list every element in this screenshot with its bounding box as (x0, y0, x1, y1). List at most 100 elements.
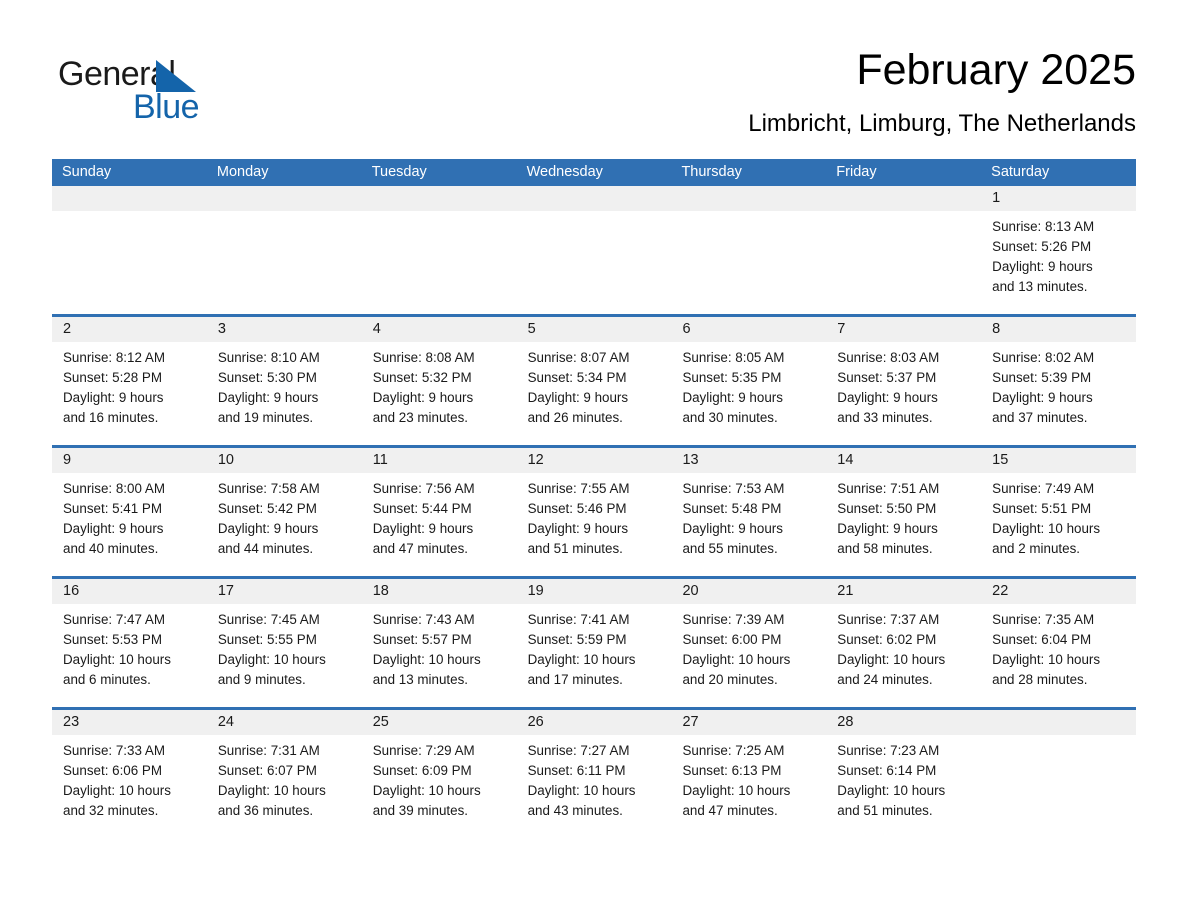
day-cell[interactable]: 14 Sunrise: 7:51 AM Sunset: 5:50 PM Dayligh… (826, 448, 982, 576)
sunrise-text: Sunrise: 7:37 AM (837, 612, 940, 627)
sunset-text: Sunset: 6:13 PM (682, 763, 782, 778)
day-cell[interactable] (826, 186, 982, 314)
daylight-text-line1: Daylight: 9 hours (837, 521, 938, 536)
day-cell[interactable]: 19 Sunrise: 7:41 AM Sunset: 5:59 PM Dayligh… (516, 579, 672, 707)
daylight-text-line2: and 51 minutes. (837, 803, 933, 818)
sunrise-text: Sunrise: 8:10 AM (217, 350, 320, 365)
daylight-text-line1: Daylight: 9 hours (992, 390, 1093, 405)
daylight-text-line1: Daylight: 10 hours (992, 652, 1101, 667)
sunset-text: Sunset: 5:37 PM (837, 370, 937, 385)
daylight-text-line2: and 9 minutes. (217, 672, 306, 687)
sunrise-text: Sunrise: 7:31 AM (217, 743, 320, 758)
week-row: 2 Sunrise: 8:12 AM Sunset: 5:28 PM Daylight… (52, 314, 1137, 445)
day-number: 23 (63, 714, 80, 730)
day-number: 19 (527, 583, 544, 599)
day-cell[interactable] (206, 186, 362, 314)
sunset-text: Sunset: 6:07 PM (217, 763, 317, 778)
day-cell[interactable]: 9 Sunrise: 8:00 AM Sunset: 5:41 PM Daylight… (52, 448, 207, 576)
day-cell[interactable] (981, 710, 1137, 830)
day-cell[interactable]: 17 Sunrise: 7:45 AM Sunset: 5:55 PM Dayligh… (206, 579, 362, 707)
daylight-text-line1: Daylight: 9 hours (837, 390, 938, 405)
day-cell[interactable]: 28 Sunrise: 7:23 AM Sunset: 6:14 PM Dayligh… (826, 710, 982, 830)
day-number: 8 (992, 321, 1001, 337)
day-cell[interactable]: 4 Sunrise: 8:08 AM Sunset: 5:32 PM Daylight… (361, 317, 517, 445)
daylight-text-line1: Daylight: 10 hours (837, 652, 946, 667)
day-cell[interactable]: 1 Sunrise: 8:13 AM Sunset: 5:26 PM Daylight… (981, 186, 1137, 314)
daylight-text-line1: Daylight: 9 hours (682, 390, 783, 405)
day-number: 13 (682, 452, 699, 468)
day-number: 1 (992, 190, 1001, 206)
daylight-text-line2: and 40 minutes. (63, 541, 159, 556)
day-cell[interactable]: 13 Sunrise: 7:53 AM Sunset: 5:48 PM Dayligh… (671, 448, 827, 576)
weekday-header-tuesday: Tuesday (371, 164, 427, 180)
sunrise-text: Sunrise: 7:23 AM (837, 743, 940, 758)
daylight-text-line1: Daylight: 9 hours (527, 390, 629, 405)
sunrise-text: Sunrise: 8:05 AM (682, 350, 785, 365)
daylight-text-line2: and 30 minutes. (682, 410, 778, 425)
sunrise-text: Sunrise: 7:45 AM (217, 612, 320, 627)
sunset-text: Sunset: 5:57 PM (372, 632, 472, 647)
sunset-text: Sunset: 6:02 PM (837, 632, 937, 647)
day-cell[interactable]: 5 Sunrise: 8:07 AM Sunset: 5:34 PM Daylight… (516, 317, 672, 445)
day-number: 6 (682, 321, 691, 337)
daylight-text-line1: Daylight: 10 hours (372, 652, 481, 667)
day-cell[interactable]: 8 Sunrise: 8:02 AM Sunset: 5:39 PM Daylight… (981, 317, 1137, 445)
calendar-page: General Blue February 2025 Limbricht, Li… (0, 0, 1188, 918)
sunset-text: Sunset: 5:44 PM (372, 501, 472, 516)
day-cell[interactable]: 26 Sunrise: 7:27 AM Sunset: 6:11 PM Dayligh… (516, 710, 672, 830)
sunset-text: Sunset: 6:00 PM (682, 632, 782, 647)
daylight-text-line1: Daylight: 10 hours (63, 783, 171, 798)
day-cell[interactable]: 7 Sunrise: 8:03 AM Sunset: 5:37 PM Daylight… (826, 317, 982, 445)
day-cell[interactable]: 6 Sunrise: 8:05 AM Sunset: 5:35 PM Daylight… (671, 317, 827, 445)
sunset-text: Sunset: 5:55 PM (217, 632, 317, 647)
day-cell[interactable] (671, 186, 827, 314)
daylight-text-line2: and 28 minutes. (992, 672, 1088, 687)
day-cell[interactable]: 27 Sunrise: 7:25 AM Sunset: 6:13 PM Dayligh… (671, 710, 827, 830)
day-number: 12 (527, 452, 544, 468)
sunset-text: Sunset: 5:32 PM (372, 370, 472, 385)
day-number: 10 (217, 452, 234, 468)
day-cell[interactable]: 22 Sunrise: 7:35 AM Sunset: 6:04 PM Dayligh… (981, 579, 1137, 707)
day-cell[interactable]: 24 Sunrise: 7:31 AM Sunset: 6:07 PM Dayligh… (206, 710, 362, 830)
sunrise-text: Sunrise: 7:53 AM (682, 481, 785, 496)
day-cell[interactable]: 11 Sunrise: 7:56 AM Sunset: 5:44 PM Dayligh… (361, 448, 517, 576)
day-cell[interactable]: 2 Sunrise: 8:12 AM Sunset: 5:28 PM Daylight… (52, 317, 207, 445)
sunrise-text: Sunrise: 7:55 AM (527, 481, 630, 496)
daylight-text-line2: and 6 minutes. (63, 672, 151, 687)
daylight-text-line2: and 37 minutes. (992, 410, 1088, 425)
sunrise-text: Sunrise: 7:49 AM (992, 481, 1095, 496)
brand-logo[interactable]: General Blue (58, 54, 278, 130)
page-header: General Blue February 2025 Limbricht, Li… (52, 44, 1136, 148)
day-cell[interactable] (361, 186, 517, 314)
sunset-text: Sunset: 5:53 PM (63, 632, 162, 647)
sunset-text: Sunset: 6:04 PM (992, 632, 1092, 647)
day-cell[interactable]: 15 Sunrise: 7:49 AM Sunset: 5:51 PM Dayligh… (981, 448, 1137, 576)
day-cell[interactable]: 23 Sunrise: 7:33 AM Sunset: 6:06 PM Dayligh… (52, 710, 207, 830)
daylight-text-line1: Daylight: 9 hours (527, 521, 629, 536)
sunset-text: Sunset: 5:42 PM (217, 501, 317, 516)
day-cell[interactable]: 21 Sunrise: 7:37 AM Sunset: 6:02 PM Dayligh… (826, 579, 982, 707)
day-cell[interactable] (52, 186, 207, 314)
day-cell[interactable]: 16 Sunrise: 7:47 AM Sunset: 5:53 PM Dayligh… (52, 579, 207, 707)
sunrise-text: Sunrise: 7:25 AM (682, 743, 785, 758)
sunset-text: Sunset: 5:51 PM (992, 501, 1092, 516)
brand-name-blue: Blue (133, 88, 200, 126)
day-cell[interactable] (516, 186, 672, 314)
sunrise-text: Sunrise: 7:39 AM (682, 612, 785, 627)
page-title: February 2025 (856, 46, 1136, 94)
day-cell[interactable]: 18 Sunrise: 7:43 AM Sunset: 5:57 PM Dayligh… (361, 579, 517, 707)
daylight-text-line1: Daylight: 10 hours (682, 652, 791, 667)
daylight-text-line1: Daylight: 10 hours (682, 783, 791, 798)
day-cell[interactable]: 12 Sunrise: 7:55 AM Sunset: 5:46 PM Dayligh… (516, 448, 672, 576)
daylight-text-line2: and 23 minutes. (372, 410, 469, 425)
day-number: 20 (682, 583, 699, 599)
day-cell[interactable]: 3 Sunrise: 8:10 AM Sunset: 5:30 PM Daylight… (206, 317, 362, 445)
day-cell[interactable]: 20 Sunrise: 7:39 AM Sunset: 6:00 PM Dayligh… (671, 579, 827, 707)
day-number: 2 (63, 321, 72, 337)
day-number: 5 (527, 321, 536, 337)
sunset-text: Sunset: 5:41 PM (63, 501, 162, 516)
day-cell[interactable]: 25 Sunrise: 7:29 AM Sunset: 6:09 PM Dayligh… (361, 710, 517, 830)
week-row: 23 Sunrise: 7:33 AM Sunset: 6:06 PM Dayligh… (52, 707, 1137, 830)
sunrise-text: Sunrise: 7:58 AM (217, 481, 320, 496)
day-cell[interactable]: 10 Sunrise: 7:58 AM Sunset: 5:42 PM Dayligh… (206, 448, 362, 576)
